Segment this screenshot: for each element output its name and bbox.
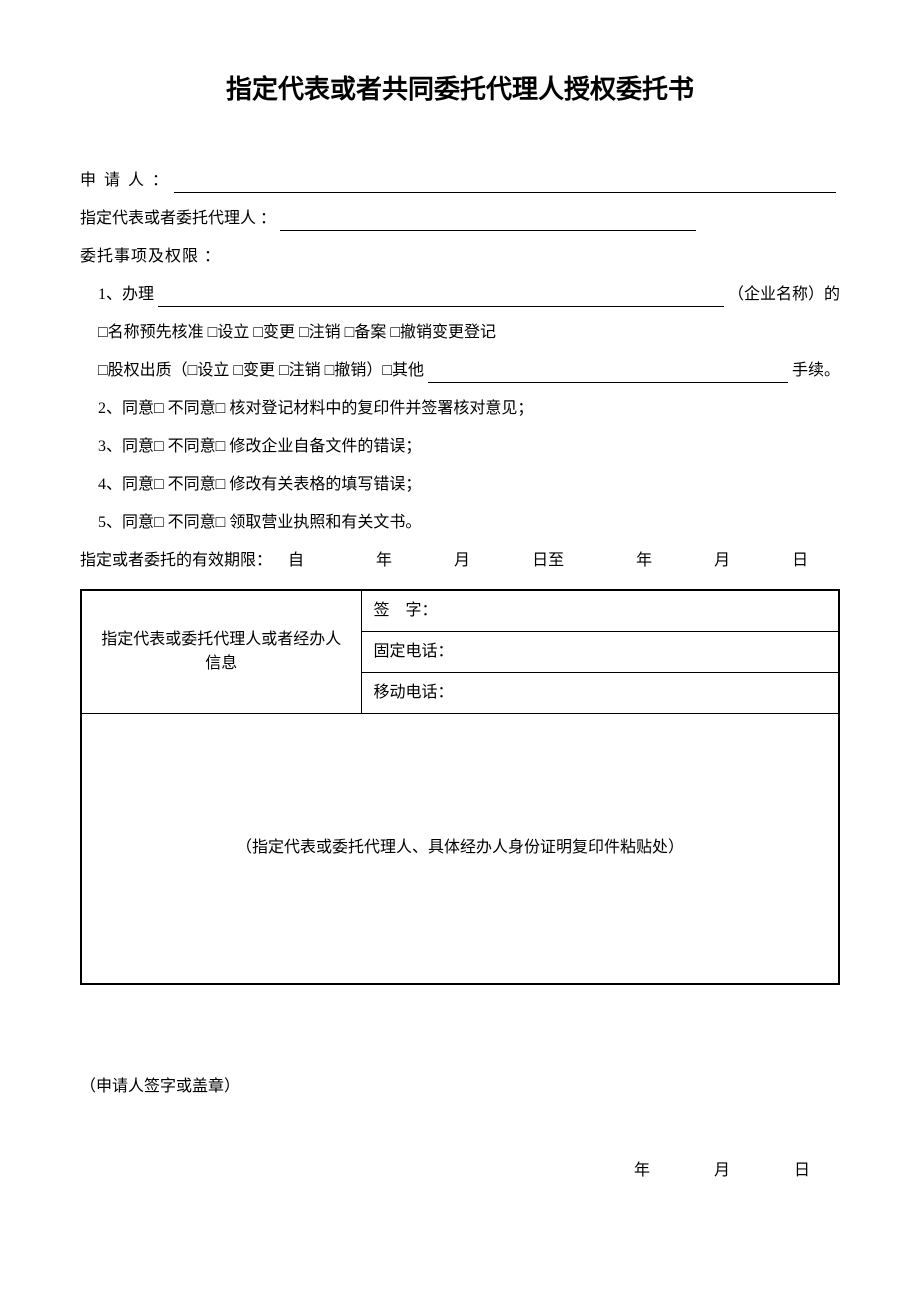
day-to: 日至 <box>532 549 564 573</box>
item2-row[interactable]: 2、同意□ 不同意□ 核对登记材料中的复印件并签署核对意见； <box>80 397 840 421</box>
item4-row[interactable]: 4、同意□ 不同意□ 修改有关表格的填写错误； <box>80 473 840 497</box>
item5-text: 5、同意□ 不同意□ 领取营业执照和有关文书。 <box>98 511 421 535</box>
item1-options[interactable]: □名称预先核准 □设立 □变更 □注销 □备案 □撤销变更登记 <box>98 321 496 345</box>
mobile-cell[interactable]: 移动电话： <box>361 673 839 714</box>
id-paste-area[interactable]: （指定代表或委托代理人、具体经办人身份证明复印件粘贴处） <box>81 714 839 984</box>
item4-text: 4、同意□ 不同意□ 修改有关表格的填写错误； <box>98 473 421 497</box>
item1-suffix: （企业名称）的 <box>728 283 840 307</box>
sign-label: 签 字： <box>374 602 438 619</box>
item1-equity-prefix[interactable]: □股权出质（□设立 □变更 □注销 □撤销）□其他 <box>98 359 424 383</box>
year2: 年 <box>636 549 652 573</box>
item1-prefix: 1、办理 <box>98 283 154 307</box>
document-title: 指定代表或者共同委托代理人授权委托书 <box>80 70 840 109</box>
matters-label: 委托事项及权限 ： <box>80 245 840 269</box>
validity-label: 指定或者委托的有效期限： <box>80 549 272 573</box>
footer-year: 年 <box>634 1162 650 1179</box>
item5-row[interactable]: 5、同意□ 不同意□ 领取营业执照和有关文书。 <box>80 511 840 535</box>
signature-note: （申请人签字或盖章） <box>80 1075 840 1099</box>
mobile-label: 移动电话： <box>374 684 454 701</box>
applicant-row: 申 请 人 ： <box>80 169 840 193</box>
item1-equity-suffix: 手续。 <box>792 359 840 383</box>
agent-input-line[interactable] <box>280 211 696 231</box>
item2-text: 2、同意□ 不同意□ 核对登记材料中的复印件并签署核对意见； <box>98 397 533 421</box>
footer-day: 日 <box>794 1162 810 1179</box>
agent-label: 指定代表或者委托代理人 ： <box>80 207 276 231</box>
sign-cell[interactable]: 签 字： <box>361 590 839 632</box>
validity-row: 指定或者委托的有效期限： 自 年 月 日至 年 月 日 <box>80 549 840 573</box>
item1-options-row: □名称预先核准 □设立 □变更 □注销 □备案 □撤销变更登记 <box>80 321 840 345</box>
info-table: 指定代表或委托代理人或者经办人信息 签 字： 固定电话： 移动电话： （指定代表… <box>80 589 840 985</box>
company-name-line[interactable] <box>158 287 724 307</box>
day2: 日 <box>792 549 808 573</box>
phone-cell[interactable]: 固定电话： <box>361 632 839 673</box>
other-procedure-line[interactable] <box>428 363 788 383</box>
year1: 年 <box>376 549 392 573</box>
from-label: 自 <box>288 549 304 573</box>
agent-row: 指定代表或者委托代理人 ： <box>80 207 840 231</box>
item3-row[interactable]: 3、同意□ 不同意□ 修改企业自备文件的错误； <box>80 435 840 459</box>
month1: 月 <box>454 549 470 573</box>
phone-label: 固定电话： <box>374 643 454 660</box>
info-header-cell: 指定代表或委托代理人或者经办人信息 <box>81 590 361 714</box>
footer-month: 月 <box>714 1162 730 1179</box>
item1-row: 1、办理 （企业名称）的 <box>80 283 840 307</box>
applicant-input-line[interactable] <box>174 173 836 193</box>
date-footer: 年 月 日 <box>80 1159 840 1183</box>
applicant-label: 申 请 人 ： <box>80 169 170 193</box>
month2: 月 <box>714 549 730 573</box>
paste-note: （指定代表或委托代理人、具体经办人身份证明复印件粘贴处） <box>236 839 684 856</box>
item3-text: 3、同意□ 不同意□ 修改企业自备文件的错误； <box>98 435 421 459</box>
item1-equity-row: □股权出质（□设立 □变更 □注销 □撤销）□其他 手续。 <box>80 359 840 383</box>
